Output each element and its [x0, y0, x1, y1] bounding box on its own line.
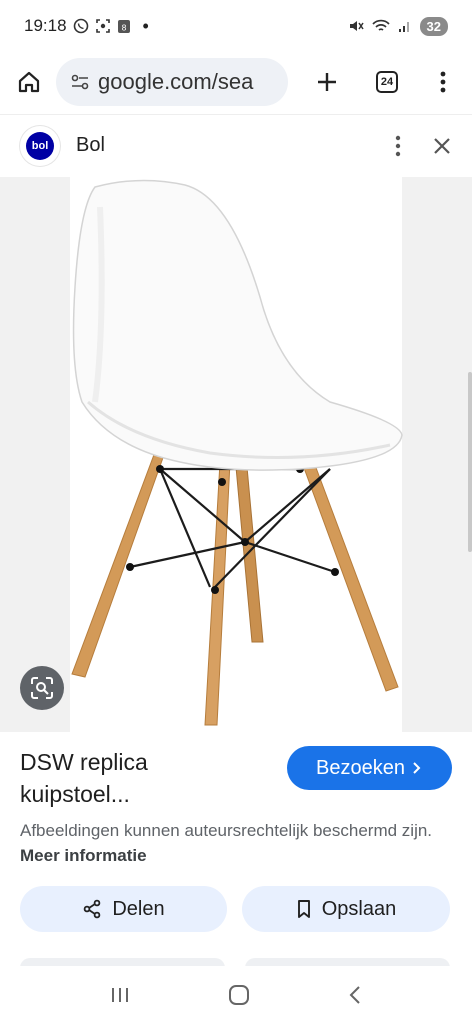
share-button[interactable]: Delen: [20, 886, 227, 932]
source-name[interactable]: Bol: [76, 134, 105, 157]
wifi-icon: [371, 19, 390, 31]
more-menu-button[interactable]: [424, 62, 462, 102]
lens-icon: [31, 677, 53, 699]
share-label: Delen: [112, 897, 165, 920]
home-button[interactable]: [10, 62, 48, 102]
url-text[interactable]: google.com/sea: [98, 69, 253, 95]
scrollbar-thumb[interactable]: [468, 372, 472, 552]
save-label: Opslaan: [321, 897, 397, 920]
result-title: DSW replica kuipstoel...: [20, 749, 148, 807]
system-nav-bar: [0, 966, 472, 1024]
new-tab-icon: [318, 73, 336, 91]
home-icon: [18, 71, 40, 93]
whatsapp-icon: [73, 18, 88, 34]
new-tab-button[interactable]: [308, 62, 346, 102]
dot-icon: •: [142, 15, 149, 36]
lens-button[interactable]: [20, 666, 64, 710]
more-info-link[interactable]: Meer informatie: [20, 846, 147, 865]
visit-button[interactable]: Bezoeken: [287, 746, 452, 790]
site-info-icon[interactable]: [70, 72, 90, 92]
source-logo[interactable]: bol: [20, 125, 60, 166]
signal-icon: [398, 22, 409, 32]
copyright-notice: Afbeeldingen kunnen auteursrechtelijk be…: [20, 818, 460, 868]
more-menu-icon: [440, 71, 446, 93]
address-bar[interactable]: google.com/sea: [56, 58, 288, 106]
mute-icon: [349, 21, 364, 31]
bookmark-icon: [297, 900, 310, 918]
tabs-icon: 24: [376, 71, 398, 93]
calendar-icon: 8: [117, 20, 130, 33]
save-button[interactable]: Opslaan: [242, 886, 450, 932]
chevron-right-icon: [413, 762, 421, 774]
share-icon: [84, 899, 101, 919]
overflow-menu-icon[interactable]: [394, 134, 402, 158]
screenshot-icon: [95, 19, 110, 33]
bol-logo-mark: bol: [26, 131, 54, 160]
recents-icon[interactable]: [109, 985, 131, 1005]
battery-badge: 32: [419, 16, 448, 36]
browser-toolbar: google.com/sea 24: [0, 52, 472, 112]
image-preview[interactable]: [0, 177, 472, 732]
back-icon[interactable]: [347, 984, 363, 1006]
tabs-button[interactable]: 24: [368, 62, 406, 102]
copyright-text: Afbeeldingen kunnen auteursrechtelijk be…: [20, 821, 433, 840]
svg-text:8: 8: [121, 24, 126, 33]
status-time: 19:18: [24, 16, 67, 35]
visit-label: Bezoeken: [316, 756, 405, 779]
status-bar: 19:18 8 • 32: [0, 0, 472, 52]
source-header: bol Bol: [0, 114, 472, 176]
chair-image: [71, 179, 403, 726]
home-nav-icon[interactable]: [228, 984, 250, 1006]
close-icon[interactable]: [432, 136, 452, 156]
